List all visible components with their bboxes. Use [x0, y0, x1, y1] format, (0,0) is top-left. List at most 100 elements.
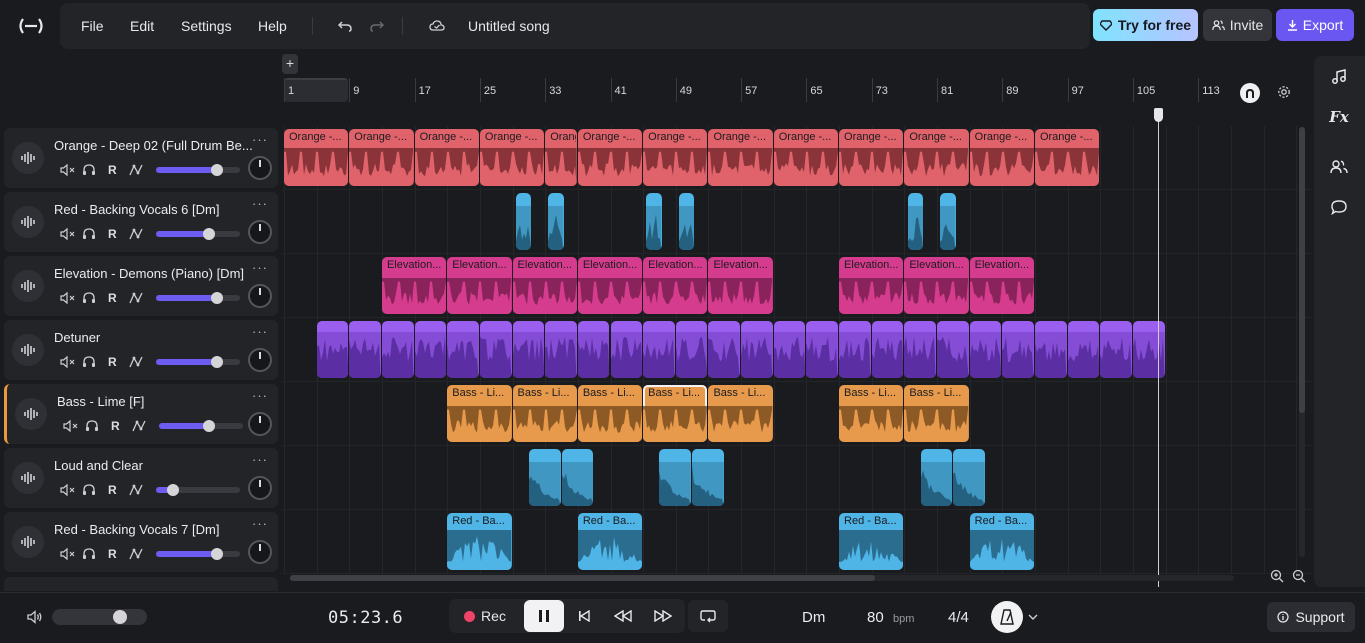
track-type-icon[interactable] — [12, 462, 44, 494]
chevron-down-icon[interactable] — [1027, 611, 1039, 623]
mute-icon[interactable] — [60, 290, 76, 306]
audio-clip[interactable] — [679, 193, 695, 250]
audio-clip[interactable] — [692, 449, 724, 506]
audio-clip[interactable]: Elevation... — [839, 257, 904, 314]
track-volume-thumb[interactable] — [211, 356, 224, 368]
track-volume-thumb[interactable] — [211, 548, 224, 560]
logo-icon[interactable] — [14, 12, 48, 40]
audio-clip[interactable] — [447, 321, 479, 378]
audio-clip[interactable] — [646, 193, 662, 250]
pan-knob[interactable] — [248, 412, 272, 436]
timeline[interactable]: 1 9 17 25 33 41 49 57 65 73 81 89 97 105 113 Orange -.… — [282, 56, 1312, 587]
vertical-scrollbar[interactable] — [1299, 127, 1305, 557]
record-arm-button[interactable]: R — [108, 546, 117, 562]
vertical-scrollbar-thumb[interactable] — [1299, 127, 1305, 413]
audio-clip[interactable]: Elevation... — [512, 257, 577, 314]
track-more-icon[interactable]: ··· — [252, 260, 268, 275]
collaborators-icon[interactable] — [1326, 154, 1352, 180]
export-button[interactable]: Export — [1276, 9, 1354, 41]
speaker-icon[interactable] — [26, 609, 44, 625]
audio-clip[interactable]: Red - Ba... — [577, 513, 643, 570]
track-header[interactable]: Detuner ··· R — [4, 320, 278, 380]
audio-clip[interactable] — [839, 321, 871, 378]
rewind-button[interactable] — [612, 606, 634, 626]
track-type-icon[interactable] — [12, 334, 44, 366]
audio-clip[interactable]: Red - Ba... — [969, 513, 1034, 570]
track-name[interactable]: Red - Backing Vocals 7 [Dm] — [54, 522, 254, 537]
pause-button[interactable] — [524, 600, 564, 632]
undo-icon[interactable] — [336, 17, 354, 35]
track-volume-slider[interactable] — [159, 420, 243, 432]
audio-clip[interactable]: Red - Ba... — [447, 513, 512, 570]
track-type-icon[interactable] — [12, 206, 44, 238]
audio-clip[interactable] — [708, 321, 741, 378]
ruler[interactable]: 1 9 17 25 33 41 49 57 65 73 81 89 97 105 113 — [282, 78, 1312, 104]
audio-clip[interactable] — [871, 321, 904, 378]
audio-clip[interactable] — [349, 321, 381, 378]
track-more-icon[interactable]: ··· — [252, 388, 268, 403]
track-name[interactable]: Elevation - Demons (Piano) [Dm] — [54, 266, 254, 281]
audio-clip[interactable]: Orange -... — [643, 129, 708, 186]
track-volume-slider[interactable] — [156, 228, 240, 240]
mute-icon[interactable] — [60, 162, 76, 178]
audio-clip[interactable] — [904, 321, 936, 378]
music-note-icon[interactable] — [1326, 64, 1352, 90]
automation-icon[interactable] — [129, 162, 143, 178]
record-arm-button[interactable]: R — [108, 482, 117, 498]
horizontal-scrollbar[interactable] — [290, 575, 1234, 581]
automation-icon[interactable] — [129, 546, 143, 562]
audio-clip[interactable] — [643, 321, 675, 378]
audio-clip[interactable]: Elevation... — [643, 257, 708, 314]
skip-to-start-button[interactable] — [573, 606, 595, 626]
support-button[interactable]: Support — [1267, 602, 1355, 632]
audio-clip[interactable]: Bass - Li... — [577, 385, 643, 442]
audio-clip[interactable]: Bass - Li... — [643, 385, 708, 442]
audio-clip[interactable] — [548, 193, 564, 250]
track-name[interactable]: Red - Backing Vocals 6 [Dm] — [54, 202, 254, 217]
fast-forward-button[interactable] — [652, 606, 674, 626]
audio-clip[interactable] — [545, 321, 577, 378]
mute-icon[interactable] — [60, 546, 76, 562]
add-track-row[interactable] — [4, 577, 278, 591]
mute-icon[interactable] — [60, 226, 76, 242]
audio-clip[interactable] — [515, 193, 532, 250]
chat-icon[interactable] — [1326, 194, 1352, 220]
redo-icon[interactable] — [368, 17, 386, 35]
track-volume-slider[interactable] — [156, 484, 240, 496]
track-volume-slider[interactable] — [156, 548, 240, 560]
track-header[interactable]: Bass - Lime [F] ··· R — [4, 384, 278, 444]
audio-clip[interactable]: Elevation... — [708, 257, 773, 314]
track-name[interactable]: Orange - Deep 02 (Full Drum Be... — [54, 138, 254, 153]
track-volume-slider[interactable] — [156, 292, 240, 304]
automation-icon[interactable] — [129, 290, 143, 306]
audio-clip[interactable] — [741, 321, 773, 378]
track-type-icon[interactable] — [12, 270, 44, 302]
track-volume-thumb[interactable] — [211, 164, 224, 176]
track-header[interactable]: Red - Backing Vocals 7 [Dm] ··· R — [4, 512, 278, 572]
pan-knob[interactable] — [248, 476, 272, 500]
track-volume-thumb[interactable] — [202, 228, 215, 240]
pan-knob[interactable] — [248, 156, 272, 180]
track-name[interactable]: Detuner — [54, 330, 254, 345]
audio-clip[interactable] — [577, 321, 610, 378]
menu-settings[interactable]: Settings — [181, 18, 232, 34]
solo-headphones-icon[interactable] — [82, 162, 96, 178]
song-title[interactable]: Untitled song — [468, 18, 550, 34]
audio-clip[interactable]: Orange -... — [708, 129, 773, 186]
audio-clip[interactable] — [907, 193, 923, 250]
solo-headphones-icon[interactable] — [82, 354, 96, 370]
audio-clip[interactable]: Elevation... — [447, 257, 512, 314]
audio-clip[interactable]: Orange -... — [577, 129, 643, 186]
audio-clip[interactable] — [1067, 321, 1100, 378]
track-header[interactable]: Elevation - Demons (Piano) [Dm] ··· R — [4, 256, 278, 316]
key-display[interactable]: Dm — [802, 609, 825, 626]
audio-clip[interactable] — [659, 449, 692, 506]
pan-knob[interactable] — [248, 540, 272, 564]
solo-headphones-icon[interactable] — [85, 418, 99, 434]
time-signature[interactable]: 4/4 — [948, 609, 969, 626]
menu-edit[interactable]: Edit — [130, 18, 154, 34]
solo-headphones-icon[interactable] — [82, 546, 96, 562]
track-type-icon[interactable] — [12, 526, 44, 558]
audio-clip[interactable]: Bass - Li... — [447, 385, 512, 442]
audio-clip[interactable]: Orange -... — [479, 129, 545, 186]
